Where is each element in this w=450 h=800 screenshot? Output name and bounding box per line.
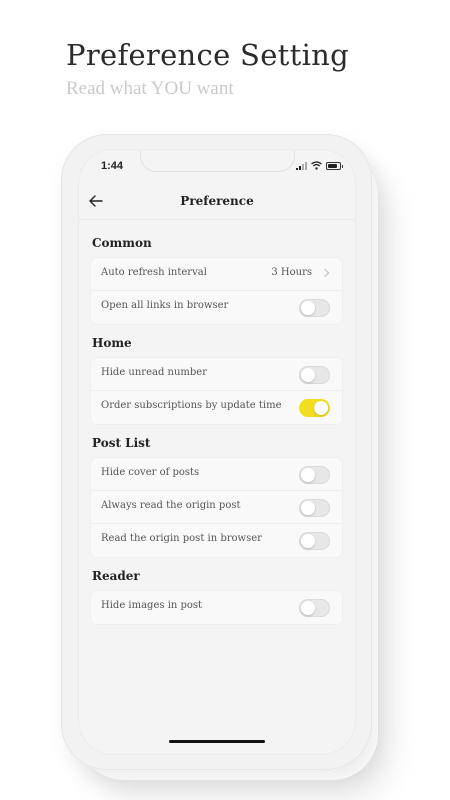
section-title-reader: Reader <box>92 569 142 586</box>
hide-cover-row: Hide cover of posts <box>91 458 342 491</box>
open-links-browser-label: Open all links in browser <box>101 300 229 311</box>
signal-icon <box>296 161 307 170</box>
auto-refresh-label: Auto refresh interval <box>101 267 207 278</box>
section-title-post-list: Post List <box>92 436 154 453</box>
order-subscriptions-toggle[interactable] <box>299 399 330 417</box>
chevron-right-icon <box>320 268 330 278</box>
auto-refresh-row[interactable]: Auto refresh interval 3 Hours <box>91 258 342 291</box>
status-icons <box>296 161 343 170</box>
hide-images-row: Hide images in post <box>91 591 342 624</box>
card-post-list: Hide cover of posts Always read the orig… <box>91 458 342 557</box>
phone-screen: 1:44 Preference Common Auto refresh inte… <box>79 150 355 754</box>
home-indicator[interactable] <box>169 740 265 743</box>
phone-notch <box>140 150 295 172</box>
card-reader: Hide images in post <box>91 591 342 624</box>
battery-icon <box>326 161 343 170</box>
always-read-origin-toggle[interactable] <box>299 499 330 517</box>
read-origin-browser-label: Read the origin post in browser <box>101 533 262 544</box>
auto-refresh-value: 3 Hours <box>271 267 312 278</box>
hero-title: Preference Setting <box>66 38 350 72</box>
section-title-common: Common <box>92 236 156 253</box>
order-subscriptions-row: Order subscriptions by update time <box>91 391 342 424</box>
hide-unread-toggle[interactable] <box>299 366 330 384</box>
open-links-browser-toggle[interactable] <box>299 299 330 317</box>
nav-bar: Preference <box>79 186 355 220</box>
card-home: Hide unread number Order subscriptions b… <box>91 358 342 424</box>
open-links-browser-row: Open all links in browser <box>91 291 342 324</box>
hide-cover-label: Hide cover of posts <box>101 467 200 478</box>
read-origin-browser-toggle[interactable] <box>299 532 330 550</box>
hide-images-toggle[interactable] <box>299 599 330 617</box>
order-subscriptions-label: Order subscriptions by update time <box>101 400 282 411</box>
hide-unread-row: Hide unread number <box>91 358 342 391</box>
hide-cover-toggle[interactable] <box>299 466 330 484</box>
hide-unread-label: Hide unread number <box>101 367 208 378</box>
page-title: Preference <box>180 194 254 208</box>
read-origin-browser-row: Read the origin post in browser <box>91 524 342 557</box>
card-common: Auto refresh interval 3 Hours Open all l… <box>91 258 342 324</box>
hide-images-label: Hide images in post <box>101 600 203 611</box>
always-read-origin-label: Always read the origin post <box>101 500 241 511</box>
section-title-home: Home <box>92 336 136 353</box>
wifi-icon <box>311 161 322 170</box>
always-read-origin-row: Always read the origin post <box>91 491 342 524</box>
hero-subtitle: Read what YOU want <box>66 78 234 99</box>
status-time: 1:44 <box>101 160 124 172</box>
